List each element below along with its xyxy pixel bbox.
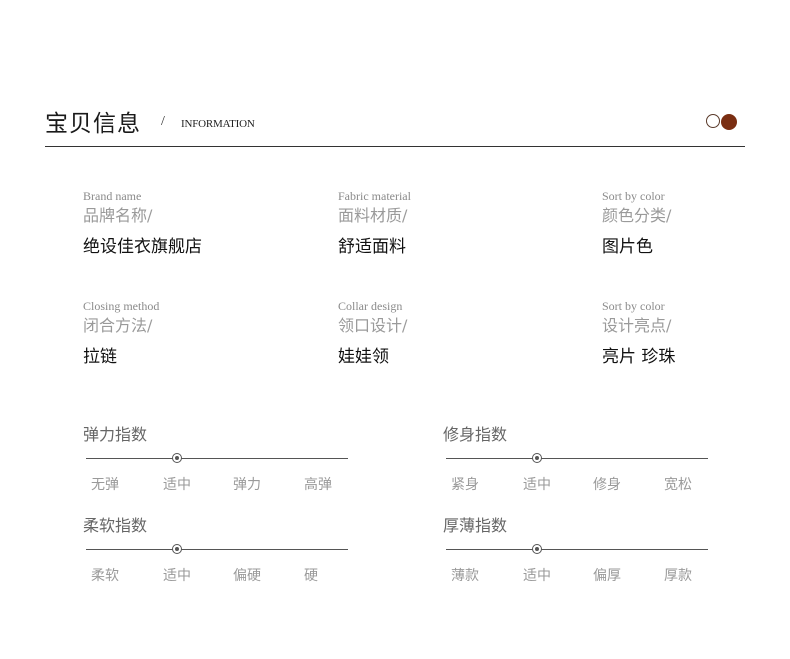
info-color: Sort by color 颜色分类/ 图片色 — [602, 189, 671, 258]
slider-line — [86, 549, 348, 550]
info-fabric: Fabric material 面料材质/ 舒适面料 — [338, 189, 411, 258]
slider-title: 柔软指数 — [83, 516, 148, 535]
header-divider — [45, 146, 745, 147]
slider-label: 适中 — [523, 477, 551, 493]
info-label-en: Fabric material — [338, 189, 411, 203]
slider-elasticity: 弹力指数 无弹 适中 弹力 高弹 — [83, 425, 373, 493]
circle-filled-icon — [721, 114, 737, 130]
slider-line — [446, 458, 708, 459]
slider-label: 适中 — [523, 568, 551, 584]
slider-title: 修身指数 — [443, 425, 508, 444]
slider-label: 柔软 — [91, 568, 119, 584]
slider-labels: 薄款 适中 偏厚 厚款 — [443, 565, 733, 584]
slider-label: 硬 — [304, 568, 318, 584]
slider-knob[interactable] — [532, 453, 542, 463]
slider-label: 薄款 — [451, 568, 479, 584]
info-value: 绝设佳衣旗舰店 — [83, 237, 202, 257]
slider-label: 适中 — [163, 568, 191, 584]
slider-label: 偏硬 — [233, 568, 261, 584]
slider-label: 宽松 — [664, 477, 692, 493]
slider-label: 偏厚 — [593, 568, 621, 584]
slider-track — [443, 543, 733, 555]
slider-title: 弹力指数 — [83, 425, 148, 444]
header-slash: / — [161, 114, 165, 129]
info-closing: Closing method 闭合方法/ 拉链 — [83, 299, 159, 368]
info-label-cn: 闭合方法/ — [83, 316, 153, 335]
slider-track — [83, 543, 373, 555]
info-collar: Collar design 领口设计/ 娃娃领 — [338, 299, 407, 368]
slider-labels: 柔软 适中 偏硬 硬 — [83, 565, 373, 584]
slider-label: 厚款 — [664, 568, 692, 584]
info-brand: Brand name 品牌名称/ 绝设佳衣旗舰店 — [83, 189, 202, 258]
slider-fit: 修身指数 紧身 适中 修身 宽松 — [443, 425, 733, 493]
header-subtitle: INFORMATION — [181, 118, 255, 130]
info-label-en: Sort by color — [602, 189, 665, 203]
slider-track — [443, 452, 733, 464]
slider-line — [86, 458, 348, 459]
info-value: 拉链 — [83, 347, 117, 367]
info-label-cn: 领口设计/ — [338, 316, 408, 335]
info-value: 舒适面料 — [338, 237, 406, 257]
slider-label: 无弹 — [91, 477, 119, 493]
info-label-en: Sort by color — [602, 299, 665, 313]
slider-label: 紧身 — [451, 477, 479, 493]
info-label-en: Collar design — [338, 299, 403, 313]
header-title: 宝贝信息 — [45, 111, 141, 137]
slider-label: 修身 — [593, 477, 621, 493]
slider-title: 厚薄指数 — [443, 516, 508, 535]
info-label-en: Brand name — [83, 189, 142, 203]
slider-knob[interactable] — [172, 544, 182, 554]
info-label-en: Closing method — [83, 299, 160, 313]
slider-knob[interactable] — [172, 453, 182, 463]
info-value: 亮片 珍珠 — [602, 347, 676, 367]
info-highlight: Sort by color 设计亮点/ 亮片 珍珠 — [602, 299, 675, 368]
info-label-cn: 颜色分类/ — [602, 206, 672, 225]
info-value: 图片色 — [602, 237, 653, 257]
slider-knob[interactable] — [532, 544, 542, 554]
slider-thickness: 厚薄指数 薄款 适中 偏厚 厚款 — [443, 516, 733, 584]
info-label-cn: 品牌名称/ — [83, 206, 153, 225]
info-label-cn: 面料材质/ — [338, 206, 408, 225]
info-label-cn: 设计亮点/ — [602, 316, 672, 335]
slider-track — [83, 452, 373, 464]
info-value: 娃娃领 — [338, 347, 389, 367]
slider-label: 适中 — [163, 477, 191, 493]
slider-label: 弹力 — [233, 477, 261, 493]
slider-label: 高弹 — [304, 477, 332, 493]
slider-labels: 无弹 适中 弹力 高弹 — [83, 474, 373, 493]
slider-labels: 紧身 适中 修身 宽松 — [443, 474, 733, 493]
slider-softness: 柔软指数 柔软 适中 偏硬 硬 — [83, 516, 373, 584]
circle-outline-icon — [706, 114, 720, 128]
slider-line — [446, 549, 708, 550]
